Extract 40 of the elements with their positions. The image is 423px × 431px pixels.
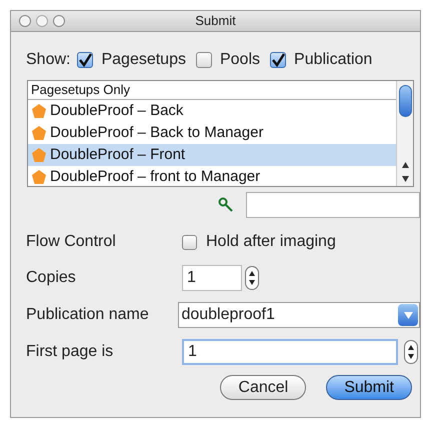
checkbox-label: Publication xyxy=(294,50,372,70)
scroll-up-icon[interactable] xyxy=(402,162,408,168)
down-arrow-icon xyxy=(404,312,412,318)
submit-button[interactable]: Submit xyxy=(326,375,412,400)
checkbox[interactable] xyxy=(77,52,94,68)
checkbox[interactable] xyxy=(196,52,212,68)
copies-label: Copies xyxy=(26,268,77,288)
window-title: Submit xyxy=(195,12,236,30)
show-label: Show: xyxy=(26,50,70,70)
checkbox-label: Pagesetups xyxy=(101,50,186,70)
dropdown-button[interactable] xyxy=(398,304,418,326)
pentagon-icon xyxy=(31,147,47,163)
copies-field[interactable]: 1 xyxy=(182,265,242,291)
scrollbar[interactable] xyxy=(396,81,413,186)
copies-stepper[interactable] xyxy=(245,266,259,290)
search-field[interactable] xyxy=(246,192,420,218)
flow-control-label: Flow Control xyxy=(26,232,117,252)
down-arrow-icon xyxy=(249,280,255,285)
scroll-down-icon[interactable] xyxy=(402,176,408,182)
scroll-thumb[interactable] xyxy=(398,85,412,117)
zoom-icon[interactable] xyxy=(53,15,65,27)
hold-checkbox[interactable] xyxy=(182,234,197,250)
up-arrow-icon xyxy=(249,271,255,276)
close-icon[interactable] xyxy=(19,15,31,27)
cancel-button[interactable]: Cancel xyxy=(220,375,306,400)
publication-name-combo[interactable]: doubleproof1 xyxy=(178,302,420,328)
up-arrow-icon xyxy=(408,345,414,350)
list-row[interactable]: DoubleProof – Front xyxy=(28,144,396,166)
pentagon-icon xyxy=(31,169,47,185)
down-arrow-icon xyxy=(408,354,414,359)
first-page-label: First page is xyxy=(26,342,114,362)
checkbox[interactable] xyxy=(270,52,286,68)
hold-checkbox-label: Hold after imaging xyxy=(206,232,336,252)
checkbox-label: Pools xyxy=(220,50,260,70)
pentagon-icon xyxy=(31,125,47,141)
search-icon xyxy=(218,197,234,213)
first-page-field[interactable]: 1 xyxy=(182,339,398,365)
publication-name-label: Publication name xyxy=(26,305,150,325)
first-page-stepper[interactable] xyxy=(404,340,418,364)
pentagon-icon xyxy=(31,103,47,119)
